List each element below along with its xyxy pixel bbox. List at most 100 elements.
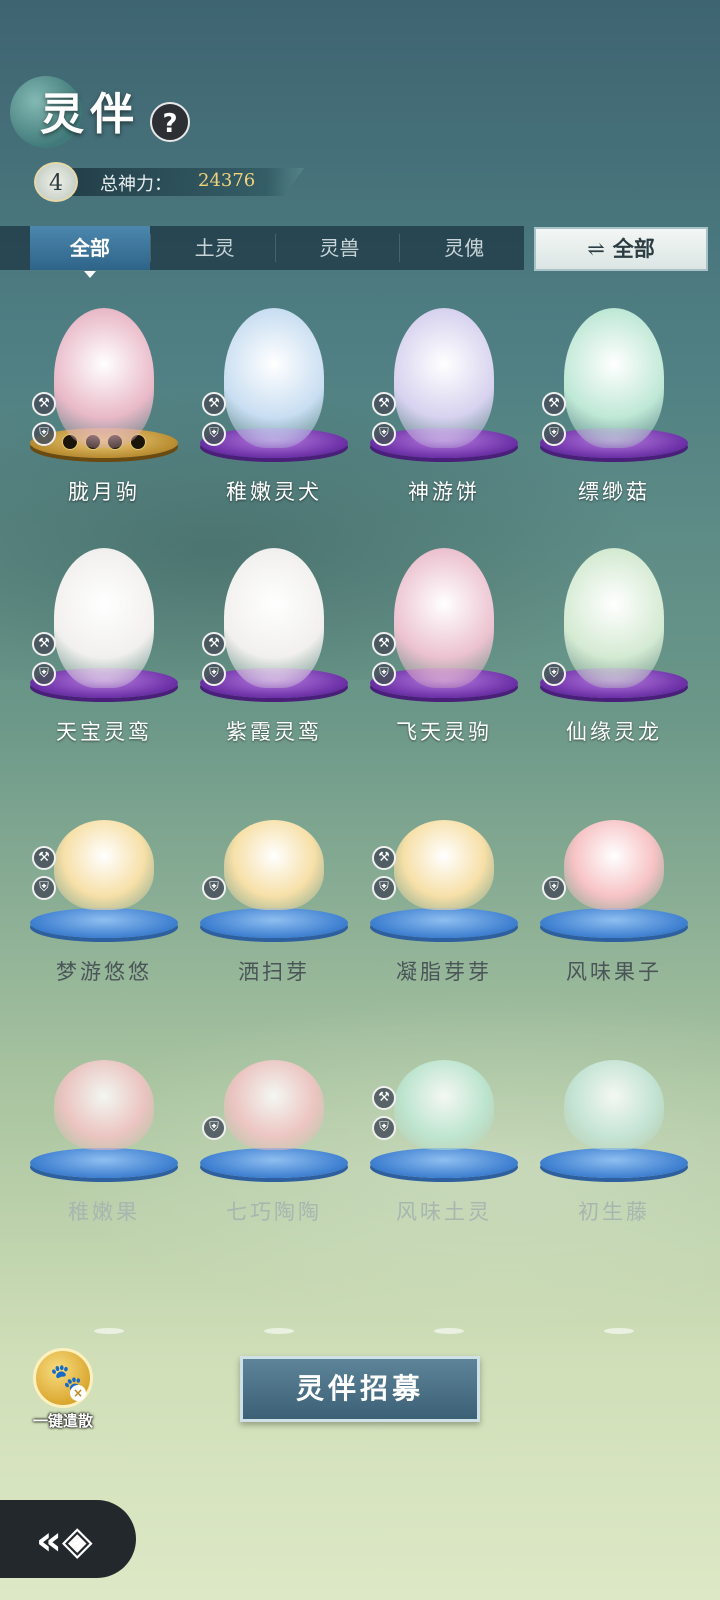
tab-spirit-beast[interactable]: 灵兽	[280, 226, 400, 270]
tab-earth-spirit[interactable]: 土灵	[155, 226, 275, 270]
hammer-icon: ⚒	[372, 1086, 396, 1110]
hammer-icon: ⚒	[32, 632, 56, 656]
shield-icon: ⛨	[372, 662, 396, 686]
companion-sprite	[394, 548, 494, 688]
scroll-hint	[264, 1328, 294, 1334]
close-icon: ×	[70, 1385, 86, 1401]
shield-icon: ⛨	[372, 1116, 396, 1140]
companion-card[interactable]: ⚒ ⛨ 风味土灵	[364, 1020, 524, 1240]
page-header: 灵伴 ? 4 总神力： 24376	[10, 76, 310, 202]
companion-name: 梦游悠悠	[56, 960, 152, 984]
companion-sprite	[224, 1060, 324, 1150]
companion-name: 缥缈菇	[578, 480, 650, 504]
tab-all[interactable]: 全部	[30, 226, 150, 278]
shield-icon: ⛨	[32, 662, 56, 686]
shield-icon: ⛨	[542, 662, 566, 686]
companion-card[interactable]: ⛨ 仙缘灵龙	[534, 540, 694, 760]
companion-card[interactable]: ⚒ ⛨ 紫霞灵鸾	[194, 540, 354, 760]
companion-card[interactable]: ⚒ ⛨ 稚嫩灵犬	[194, 300, 354, 520]
companion-name: 风味果子	[566, 960, 662, 984]
companion-sprite	[54, 308, 154, 448]
dismiss-all-label: 一键遣散	[32, 1412, 93, 1430]
companion-name: 初生藤	[578, 1200, 650, 1224]
companion-card[interactable]: ⚒ ⛨ 缥缈菇	[534, 300, 694, 520]
hammer-icon: ⚒	[202, 632, 226, 656]
companion-name: 紫霞灵鸾	[226, 720, 322, 744]
hammer-icon: ⚒	[202, 392, 226, 416]
dismiss-all-button[interactable]: 🐾 × 一键遣散	[18, 1348, 108, 1432]
companion-card[interactable]: ⛨ 洒扫芽	[194, 780, 354, 1000]
companion-name: 稚嫩果	[68, 1200, 140, 1224]
companion-card[interactable]: ⚒ ⛨ 神游饼	[364, 300, 524, 520]
category-tabs: 全部 土灵 灵兽 灵傀	[0, 226, 524, 278]
companion-name: 洒扫芽	[238, 960, 310, 984]
tab-divider	[399, 234, 401, 262]
paw-icon: 🐾 ×	[33, 1348, 93, 1408]
companion-name: 神游饼	[408, 480, 480, 504]
tab-divider	[274, 234, 276, 262]
companion-sprite	[224, 820, 324, 910]
companion-sprite	[394, 820, 494, 910]
companion-sprite	[564, 820, 664, 910]
companion-sprite	[224, 308, 324, 448]
power-bar-background	[54, 168, 304, 196]
shield-icon: ⛨	[372, 876, 396, 900]
companion-sprite	[54, 548, 154, 688]
companion-name: 天宝灵鸾	[56, 720, 152, 744]
scroll-hint	[94, 1328, 124, 1334]
companion-sprite	[394, 1060, 494, 1150]
help-icon[interactable]: ?	[150, 102, 190, 142]
companion-sprite	[54, 820, 154, 910]
power-value: 24376	[198, 170, 256, 191]
pedestal	[540, 908, 688, 938]
scroll-hint	[604, 1328, 634, 1334]
companion-card[interactable]: 稚嫩果	[24, 1020, 184, 1240]
hammer-icon: ⚒	[372, 632, 396, 656]
shield-icon: ⛨	[202, 422, 226, 446]
companion-card[interactable]: ⚒ ⛨ 胧月驹	[24, 300, 184, 520]
companion-card[interactable]: ⚒ ⛨ 梦游悠悠	[24, 780, 184, 1000]
hammer-icon: ⚒	[542, 392, 566, 416]
companion-name: 飞天灵驹	[396, 720, 492, 744]
companion-card[interactable]: ⚒ ⛨ 飞天灵驹	[364, 540, 524, 760]
shield-icon: ⛨	[542, 876, 566, 900]
shield-icon: ⛨	[32, 876, 56, 900]
pedestal	[200, 908, 348, 938]
power-label: 总神力：	[100, 174, 172, 195]
shield-icon: ⛨	[32, 422, 56, 446]
page-title: 灵伴	[40, 89, 140, 140]
shield-icon: ⛨	[202, 876, 226, 900]
hammer-icon: ⚒	[372, 392, 396, 416]
tab-spirit-puppet[interactable]: 灵傀	[404, 226, 524, 270]
shield-icon: ⛨	[202, 1116, 226, 1140]
companion-card[interactable]: ⚒ ⛨ 天宝灵鸾	[24, 540, 184, 760]
companion-name: 仙缘灵龙	[566, 720, 662, 744]
recruit-button[interactable]: 灵伴招募	[240, 1356, 480, 1422]
hammer-icon: ⚒	[32, 846, 56, 870]
companion-name: 七巧陶陶	[226, 1200, 322, 1224]
pedestal	[30, 1148, 178, 1178]
companion-name: 胧月驹	[68, 480, 140, 504]
companion-card[interactable]: 初生藤	[534, 1020, 694, 1240]
companion-card[interactable]: ⚒ ⛨ 凝脂芽芽	[364, 780, 524, 1000]
shield-icon: ⛨	[542, 422, 566, 446]
back-arrow-icon: «◈	[36, 1518, 93, 1564]
tab-divider	[149, 234, 151, 262]
pedestal	[370, 1148, 518, 1178]
level-badge: 4	[34, 162, 78, 202]
filter-button[interactable]: ⇌ 全部	[534, 227, 708, 271]
back-button[interactable]: «◈	[0, 1500, 136, 1578]
hammer-icon: ⚒	[32, 392, 56, 416]
shield-icon: ⛨	[372, 422, 396, 446]
hammer-icon: ⚒	[372, 846, 396, 870]
pedestal	[370, 908, 518, 938]
companion-sprite	[564, 548, 664, 688]
companion-card[interactable]: ⛨ 七巧陶陶	[194, 1020, 354, 1240]
companion-card[interactable]: ⛨ 风味果子	[534, 780, 694, 1000]
scroll-hint	[434, 1328, 464, 1334]
total-power-bar: 4 总神力： 24376	[34, 162, 304, 202]
companion-name: 稚嫩灵犬	[226, 480, 322, 504]
filter-label: 全部	[612, 236, 655, 261]
pedestal	[200, 1148, 348, 1178]
companion-sprite	[54, 1060, 154, 1150]
